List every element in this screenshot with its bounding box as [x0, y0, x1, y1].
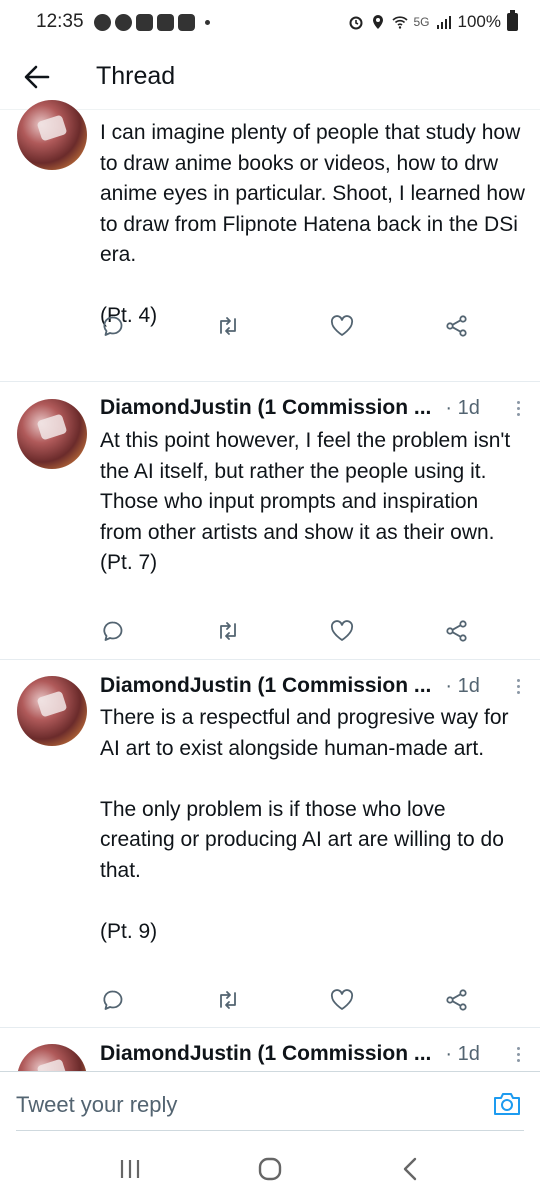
- youtube-icon: [156, 13, 174, 31]
- reply-button[interactable]: [100, 987, 126, 1013]
- nav-back-button[interactable]: [380, 1144, 440, 1194]
- network-type: 5G: [413, 15, 430, 29]
- share-icon: [446, 315, 467, 337]
- tweet-time: · 1d: [445, 396, 480, 419]
- system-status: 5G 100%: [348, 10, 518, 32]
- share-button[interactable]: [444, 618, 470, 644]
- tweet-paragraph: (Pt. 9): [100, 919, 158, 943]
- tweet-item[interactable]: I can imagine plenty of people that stud…: [0, 80, 540, 382]
- reply-input[interactable]: [16, 1082, 476, 1128]
- share-button[interactable]: [444, 987, 470, 1013]
- tweet-text: There is a respectful and progresive way…: [100, 703, 526, 947]
- system-nav-bar: [0, 1137, 540, 1200]
- location-icon: [372, 15, 383, 29]
- tweet-text: At this point however, I feel the proble…: [100, 426, 526, 579]
- tweet-paragraph: The only problem is if those who love cr…: [100, 797, 504, 882]
- recents-button[interactable]: [100, 1144, 160, 1194]
- tweet-time: · 1d: [445, 1042, 480, 1065]
- wifi-icon: [391, 16, 408, 29]
- tweet-item[interactable]: DiamondJustin (1 Commission ... · 1d The…: [0, 660, 540, 1028]
- tweet-paragraph: (Pt. 7): [100, 551, 158, 574]
- facebook-icon: [114, 13, 132, 31]
- retweet-icon: [219, 991, 236, 1009]
- more-notifications-icon: [204, 19, 210, 25]
- tweet-header: DiamondJustin (1 Commission ... · 1d: [100, 674, 524, 698]
- tweet-actions: [100, 618, 470, 644]
- retweet-button[interactable]: [215, 618, 241, 644]
- tweet-actions: [100, 987, 470, 1013]
- tweet-paragraph: [100, 886, 526, 917]
- author-name[interactable]: DiamondJustin (1 Commission ...: [100, 674, 431, 698]
- more-options-icon[interactable]: [513, 1046, 524, 1062]
- camera-button[interactable]: [492, 1089, 522, 1119]
- avatar[interactable]: [17, 676, 87, 746]
- signal-icon: [436, 16, 451, 29]
- youtube-icon: [177, 13, 195, 31]
- retweet-button[interactable]: [215, 987, 241, 1013]
- like-button[interactable]: [329, 618, 355, 644]
- status-bar: 12:35 5G 100%: [0, 0, 540, 44]
- tweet-header: DiamondJustin (1 Commission ... · 1d: [100, 396, 524, 420]
- tweet-time: · 1d: [445, 674, 480, 697]
- tweet-paragraph: There is a respectful and progresive way…: [100, 706, 509, 760]
- comment-icon: [103, 990, 123, 1010]
- status-time: 12:35: [36, 11, 84, 32]
- author-name[interactable]: DiamondJustin (1 Commission ...: [100, 396, 431, 420]
- home-button[interactable]: [240, 1144, 300, 1194]
- avatar[interactable]: [17, 100, 87, 170]
- share-icon: [446, 620, 467, 642]
- comment-icon: [103, 621, 123, 641]
- heart-icon: [331, 620, 354, 641]
- tweet-actions: [100, 313, 470, 339]
- author-name[interactable]: DiamondJustin (1 Commission ...: [100, 1042, 431, 1066]
- more-options-icon[interactable]: [513, 678, 524, 694]
- retweet-icon: [219, 317, 236, 335]
- camera-icon: [494, 1093, 520, 1115]
- messenger-icon: [93, 13, 111, 31]
- notification-icons: [93, 13, 210, 31]
- tweet-paragraph: At this point however, I feel the proble…: [100, 429, 511, 544]
- share-button[interactable]: [444, 313, 470, 339]
- retweet-button[interactable]: [215, 313, 241, 339]
- tweet-paragraph: [100, 271, 526, 302]
- like-button[interactable]: [329, 987, 355, 1013]
- home-icon: [258, 1157, 282, 1180]
- reply-underline: [16, 1130, 524, 1131]
- more-options-icon[interactable]: [513, 400, 524, 416]
- alarm-icon: [349, 16, 362, 30]
- tweet-paragraph: [100, 764, 526, 795]
- battery-icon: [507, 10, 518, 31]
- heart-icon: [331, 315, 354, 336]
- chevron-left-icon: [403, 1157, 417, 1180]
- retweet-icon: [219, 622, 236, 640]
- share-icon: [446, 989, 467, 1011]
- battery-level: 100%: [457, 12, 501, 31]
- like-button[interactable]: [329, 313, 355, 339]
- recents-icon: [120, 1159, 140, 1178]
- heart-icon: [331, 989, 354, 1010]
- avatar[interactable]: [17, 399, 87, 469]
- tweet-text: I can imagine plenty of people that stud…: [100, 118, 526, 332]
- reply-bar: [0, 1071, 540, 1137]
- reply-button[interactable]: [100, 618, 126, 644]
- reply-button[interactable]: [100, 313, 126, 339]
- comment-icon: [103, 316, 123, 336]
- tweet-paragraph: I can imagine plenty of people that stud…: [100, 121, 525, 266]
- youtube-icon: [135, 13, 153, 31]
- tweet-header: DiamondJustin (1 Commission ... · 1d: [100, 1042, 524, 1066]
- tweet-item[interactable]: DiamondJustin (1 Commission ... · 1d At …: [0, 382, 540, 660]
